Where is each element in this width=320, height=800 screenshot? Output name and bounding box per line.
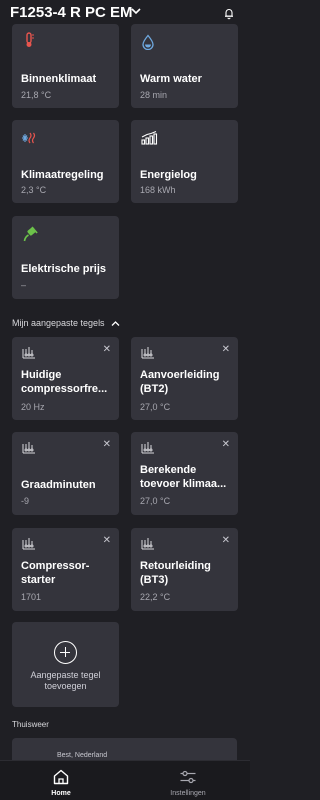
device-title[interactable]: F1253-4 R PC EM — [10, 4, 133, 21]
bar-chart-icon — [141, 130, 158, 145]
sensor-gauge-icon — [141, 442, 154, 454]
tile-title: Klimaatregeling — [21, 169, 104, 181]
nav-settings-label: Instellingen — [170, 790, 206, 797]
custom-tile[interactable]: ✕ Aanvoerleiding (BT2) 27,0 °C — [131, 337, 238, 420]
tile-title: Warm water — [140, 73, 202, 85]
custom-tile[interactable]: ✕ Retourleiding (BT3) 22,2 °C — [131, 528, 238, 611]
tile-title: Berekende toevoer klimaa... — [140, 464, 227, 490]
tile-energy-log[interactable]: Energielog 168 kWh — [131, 120, 238, 203]
home-icon — [53, 769, 69, 785]
custom-tile[interactable]: ✕ Berekende toevoer klimaa... 27,0 °C — [131, 432, 238, 515]
sensor-gauge-icon — [22, 347, 35, 359]
close-icon[interactable]: ✕ — [222, 535, 230, 546]
sliders-icon — [180, 770, 196, 784]
sensor-gauge-icon — [22, 442, 35, 454]
tile-climate-control[interactable]: Klimaatregeling 2,3 °C — [12, 120, 119, 203]
tile-value: 2,3 °C — [21, 185, 47, 195]
tile-title: Retourleiding (BT3) — [140, 560, 211, 586]
plug-icon — [23, 226, 38, 242]
bell-icon[interactable] — [223, 7, 235, 20]
custom-tiles-header[interactable]: Mijn aangepaste tegels — [12, 318, 120, 328]
plus-circle-icon — [54, 641, 77, 664]
tile-title: Elektrische prijs — [21, 263, 106, 275]
tile-title: Aanvoerleiding (BT2) — [140, 369, 220, 395]
tile-value: 27,0 °C — [140, 402, 171, 412]
thermometer-icon — [26, 32, 34, 47]
heat-cool-icon — [22, 132, 36, 144]
close-icon[interactable]: ✕ — [103, 535, 111, 546]
tile-value: 1701 — [21, 592, 42, 602]
tile-title: Graadminuten — [21, 479, 96, 491]
tile-value: 27,0 °C — [140, 496, 171, 506]
tile-value: 20 Hz — [21, 402, 45, 412]
custom-tile[interactable]: ✕ Huidige compressorfre... 20 Hz — [12, 337, 119, 420]
tile-value: – — [21, 280, 27, 290]
add-tile-label: Aangepaste tegel toevoegen — [30, 670, 101, 691]
tile-value: 28 min — [140, 90, 168, 100]
tile-title: Compressor-starter — [21, 560, 90, 586]
tile-indoor-climate[interactable]: Binnenklimaat 21,8 °C — [12, 24, 119, 108]
add-custom-tile-button[interactable]: Aangepaste tegel toevoegen — [12, 622, 119, 707]
weather-section-label: Thuisweer — [12, 720, 49, 729]
custom-tile[interactable]: ✕ Graadminuten -9 — [12, 432, 119, 515]
tile-title: Energielog — [140, 169, 197, 181]
close-icon[interactable]: ✕ — [222, 439, 230, 450]
sensor-gauge-icon — [141, 347, 154, 359]
bottom-nav: Home Instellingen — [0, 760, 250, 800]
sensor-gauge-icon — [22, 538, 35, 550]
close-icon[interactable]: ✕ — [103, 439, 111, 450]
tile-value: 22,2 °C — [140, 592, 171, 602]
nav-home[interactable]: Home — [26, 761, 96, 800]
tile-title: Huidige compressorfre... — [21, 369, 108, 395]
tile-value: 168 kWh — [140, 185, 176, 195]
tile-electricity-price[interactable]: Elektrische prijs – — [12, 216, 119, 299]
tile-value: 21,8 °C — [21, 90, 52, 100]
custom-tile[interactable]: ✕ Compressor-starter 1701 — [12, 528, 119, 611]
chevron-down-icon[interactable] — [130, 5, 142, 17]
tile-title: Binnenklimaat — [21, 73, 97, 85]
weather-location: Best, Nederland — [57, 752, 108, 759]
water-drop-icon — [142, 34, 154, 50]
chevron-up-icon[interactable] — [111, 320, 120, 327]
tile-hot-water[interactable]: Warm water 28 min — [131, 24, 238, 108]
section-label: Mijn aangepaste tegels — [12, 318, 105, 328]
sensor-gauge-icon — [141, 538, 154, 550]
close-icon[interactable]: ✕ — [103, 344, 111, 355]
tile-value: -9 — [21, 496, 30, 506]
close-icon[interactable]: ✕ — [222, 344, 230, 355]
nav-settings[interactable]: Instellingen — [153, 761, 223, 800]
nav-home-label: Home — [51, 790, 71, 797]
